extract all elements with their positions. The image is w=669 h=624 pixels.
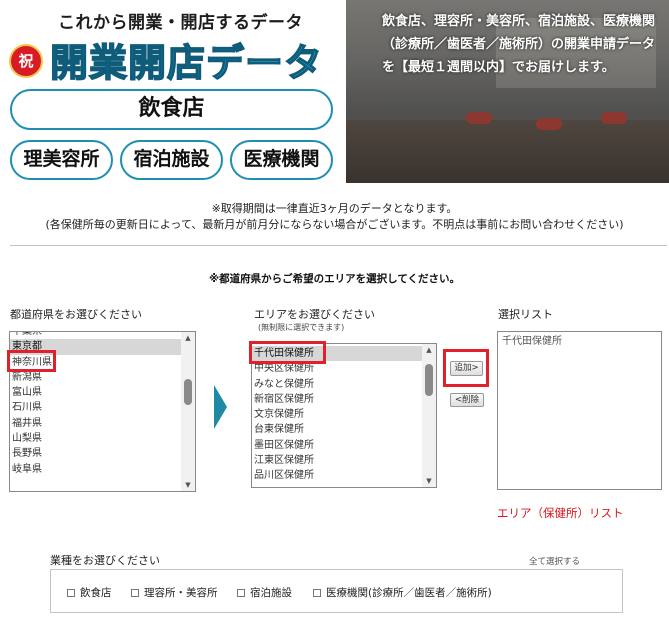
checkbox-icon[interactable] [67,589,75,597]
area-option[interactable]: 中央区保健所 [252,361,424,376]
prefecture-option[interactable]: 福井県 [10,416,182,431]
area-option[interactable]: 品川区保健所 [252,468,424,483]
prefecture-listbox[interactable]: 千葉県 東京都 神奈川県 新潟県 富山県 石川県 福井県 山梨県 長野県 岐阜県… [9,331,196,492]
scroll-thumb[interactable] [425,364,433,396]
industry-option-label: 宿泊施設 [250,587,292,599]
prefecture-label: 都道府県をお選びください [10,308,142,321]
area-scrollbar[interactable]: ▲ ▼ [422,344,436,487]
scroll-up-icon[interactable]: ▲ [422,344,436,356]
selection-list: 千代田保健所 [498,334,658,349]
industry-label: 業種をお選びください [50,554,160,567]
selection-label: 選択リスト [498,308,553,321]
area-option[interactable]: みなと保健所 [252,377,424,392]
category-lodging: 宿泊施設 [120,140,223,180]
category-beauty: 理美容所 [10,140,113,180]
banner-description: 飲食店、理容所・美容所、宿泊施設、医療機関（診療所／歯医者／施術所）の開業申請デ… [382,14,656,75]
prefecture-option[interactable]: 新潟県 [10,370,182,385]
area-list: 千代田保健所 中央区保健所 みなと保健所 新宿区保健所 文京保健所 台東保健所 … [252,346,424,484]
industry-option-label: 理容所・美容所 [144,587,218,599]
area-listbox[interactable]: 千代田保健所 中央区保健所 みなと保健所 新宿区保健所 文京保健所 台東保健所 … [251,343,437,488]
selection-listbox[interactable]: 千代田保健所 [497,331,662,490]
prefecture-option[interactable]: 岐阜県 [10,462,182,477]
area-option-selected[interactable]: 千代田保健所 [252,346,424,362]
category-restaurant: 飲食店 [10,89,333,130]
prefecture-option[interactable]: 神奈川県 [10,355,182,370]
area-option[interactable]: 文京保健所 [252,407,424,422]
add-button[interactable]: 追加> [450,361,483,376]
area-option[interactable]: 新宿区保健所 [252,392,424,407]
scroll-down-icon[interactable]: ▼ [422,475,436,487]
remove-button[interactable]: <削除 [450,393,484,407]
period-note: ※取得期間は一律直近3ヶ月のデータとなります。 [211,202,458,215]
divider [10,245,667,246]
right-arrow-icon [214,385,227,429]
industry-checkbox-lodging[interactable]: 宿泊施設 [237,585,292,600]
select-all-link[interactable]: 全て選択する [529,555,580,567]
area-sublabel: (無制限に選択できます) [258,323,345,332]
industry-checkbox-beauty[interactable]: 理容所・美容所 [131,585,218,600]
update-note: (各保健所毎の更新日によって、最新月が前月分にならない場合がございます。不明点は… [45,218,624,231]
area-label: エリアをお選びください [254,308,375,321]
industry-checkbox-group: 飲食店 理容所・美容所 宿泊施設 医療機関(診療所／歯医者／施術所) [50,569,623,613]
prefecture-option[interactable]: 山梨県 [10,431,182,446]
scroll-thumb[interactable] [184,379,192,405]
industry-option-label: 医療機関(診療所／歯医者／施術所) [326,587,492,599]
prefecture-option[interactable]: 富山県 [10,385,182,400]
brand-logo-text: 開業開店データ [49,40,324,86]
hero-banner: これから開業・開店するデータ 祝 開業開店データ 飲食店 理美容所 宿泊施設 医… [0,0,669,183]
prefecture-scrollbar[interactable]: ▲ ▼ [181,332,195,491]
industry-checkbox-restaurant[interactable]: 飲食店 [67,585,112,600]
area-instruction: ※都道府県からご希望のエリアを選択してください。 [208,273,461,285]
prefecture-option[interactable]: 千葉県 [10,332,182,339]
checkbox-icon[interactable] [313,589,321,597]
prefecture-option[interactable]: 石川県 [10,400,182,415]
celebration-badge-icon: 祝 [9,44,43,78]
checkbox-icon[interactable] [237,589,245,597]
banner-tagline: これから開業・開店するデータ [58,13,303,33]
checkbox-icon[interactable] [131,589,139,597]
area-list-note: エリア（保健所）リスト [497,506,624,520]
industry-option-label: 飲食店 [80,587,112,599]
category-medical: 医療機関 [230,140,333,180]
banner-left-panel: これから開業・開店するデータ 祝 開業開店データ 飲食店 理美容所 宿泊施設 医… [0,0,346,183]
area-option[interactable]: 墨田区保健所 [252,438,424,453]
industry-checkbox-medical[interactable]: 医療機関(診療所／歯医者／施術所) [313,585,492,600]
prefecture-option-selected[interactable]: 東京都 [10,339,182,355]
banner-photo: 飲食店、理容所・美容所、宿泊施設、医療機関（診療所／歯医者／施術所）の開業申請デ… [346,0,669,183]
scroll-up-icon[interactable]: ▲ [181,332,195,344]
selection-option[interactable]: 千代田保健所 [498,334,658,349]
scroll-down-icon[interactable]: ▼ [181,479,195,491]
area-option[interactable]: 台東保健所 [252,422,424,437]
area-option[interactable]: 江東区保健所 [252,453,424,468]
prefecture-option[interactable]: 長野県 [10,446,182,461]
prefecture-list: 千葉県 東京都 神奈川県 新潟県 富山県 石川県 福井県 山梨県 長野県 岐阜県 [10,332,182,477]
